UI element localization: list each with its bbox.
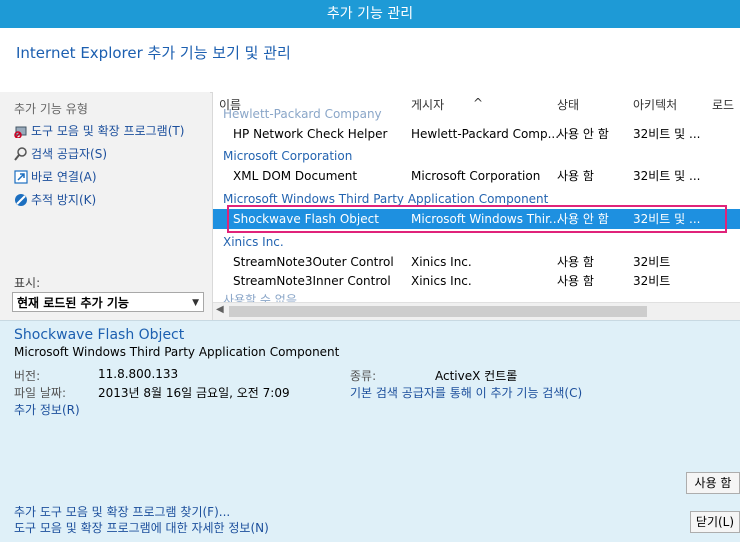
type-label: 종류: — [350, 369, 377, 383]
page-title: Internet Explorer 추가 기능 보기 및 관리 — [16, 44, 291, 62]
client-area: Internet Explorer 추가 기능 보기 및 관리 추가 기능 유형… — [0, 28, 740, 542]
details-panel: Shockwave Flash Object Microsoft Windows… — [0, 320, 740, 542]
details-title: Shockwave Flash Object — [14, 327, 185, 343]
group-name: Hewlett-Packard Company — [223, 107, 382, 121]
addon-name: StreamNote3Outer Control — [233, 255, 394, 269]
table-row[interactable]: HP Network Check Helper Hewlett-Packard … — [213, 124, 740, 144]
addon-list: 이름 ^ 게시자 상태 아키텍처 로드 Hewlett-Packard Comp… — [212, 92, 740, 320]
addon-architecture: 32비트 및 ... — [633, 169, 701, 183]
show-label: 표시: — [14, 276, 41, 290]
accelerator-icon — [14, 170, 28, 184]
addon-type-label: 추가 기능 유형 — [14, 102, 88, 116]
file-date-value: 2013년 8월 16일 금요일, 오전 7:09 — [98, 386, 290, 400]
show-dropdown-value: 현재 로드된 추가 기능 — [17, 296, 129, 310]
search-addon-link[interactable]: 기본 검색 공급자를 통해 이 추가 기능 검색(C) — [350, 384, 582, 401]
addon-architecture: 32비트 — [633, 255, 671, 269]
addon-architecture: 32비트 및 ... — [633, 127, 701, 141]
sidebar-item-label: 검색 공급자(S) — [31, 147, 107, 161]
window-title: 추가 기능 관리 — [0, 0, 740, 28]
scrollbar-thumb[interactable] — [229, 306, 647, 317]
sidebar: 추가 기능 유형 도구 모음 및 확장 프로그램(T) 검색 공급자(S) 바로… — [0, 92, 210, 320]
addon-status: 사용 함 — [557, 274, 594, 288]
selection-highlight-annotation — [227, 205, 727, 233]
sidebar-item-accelerators[interactable]: 바로 연결(A) — [14, 168, 97, 186]
close-button[interactable]: 닫기(L) — [690, 511, 740, 533]
addon-status: 사용 함 — [557, 169, 594, 183]
more-info-link[interactable]: 추가 정보(R) — [14, 401, 80, 418]
addon-name: HP Network Check Helper — [233, 127, 388, 141]
sidebar-item-tracking-protection[interactable]: 추적 방지(K) — [14, 191, 96, 209]
table-row[interactable]: StreamNote3Outer Control Xinics Inc. 사용 … — [213, 252, 740, 272]
sidebar-item-label: 도구 모음 및 확장 프로그램(T) — [31, 124, 185, 138]
header: Internet Explorer 추가 기능 보기 및 관리 — [0, 28, 740, 93]
sidebar-item-label: 추적 방지(K) — [31, 193, 97, 207]
details-subtitle: Microsoft Windows Third Party Applicatio… — [14, 345, 340, 359]
sidebar-item-search-providers[interactable]: 검색 공급자(S) — [14, 145, 107, 163]
addon-name: XML DOM Document — [233, 169, 358, 183]
tracking-protection-icon — [14, 193, 28, 207]
scroll-left-icon[interactable]: ◀ — [216, 304, 224, 315]
version-value: 11.8.800.133 — [98, 367, 179, 381]
group-header: Xinics Inc. — [213, 232, 740, 252]
toolbar-extensions-icon — [14, 124, 28, 138]
group-name: Xinics Inc. — [223, 235, 284, 249]
enable-button[interactable]: 사용 함 — [686, 472, 740, 494]
addon-architecture: 32비트 — [633, 274, 671, 288]
addon-status: 사용 안 함 — [557, 127, 609, 141]
table-row[interactable]: XML DOM Document Microsoft Corporation 사… — [213, 166, 740, 186]
learn-more-link[interactable]: 도구 모음 및 확장 프로그램에 대한 자세한 정보(N) — [14, 519, 269, 536]
file-date-label: 파일 날짜: — [14, 386, 67, 400]
addon-name: StreamNote3Inner Control — [233, 274, 391, 288]
search-icon — [14, 147, 28, 161]
addon-publisher: Xinics Inc. — [411, 255, 472, 269]
version-label: 버전: — [14, 369, 41, 383]
group-header: Microsoft Corporation — [213, 146, 740, 166]
horizontal-scrollbar[interactable]: ◀ — [213, 302, 740, 320]
addon-publisher: Microsoft Corporation — [411, 169, 541, 183]
find-more-toolbars-link[interactable]: 추가 도구 모음 및 확장 프로그램 찾기(F)... — [14, 503, 230, 520]
sidebar-item-toolbars[interactable]: 도구 모음 및 확장 프로그램(T) — [14, 122, 184, 140]
addon-publisher: Hewlett-Packard Comp... — [411, 127, 560, 141]
addon-status: 사용 함 — [557, 255, 594, 269]
type-value: ActiveX 컨트롤 — [435, 369, 518, 383]
group-header: Hewlett-Packard Company — [213, 104, 740, 124]
table-row[interactable]: StreamNote3Inner Control Xinics Inc. 사용 … — [213, 271, 740, 291]
addon-publisher: Xinics Inc. — [411, 274, 472, 288]
chevron-down-icon: ▼ — [192, 298, 199, 308]
sidebar-item-label: 바로 연결(A) — [31, 170, 97, 184]
group-name: Microsoft Corporation — [223, 149, 353, 163]
show-dropdown[interactable]: 현재 로드된 추가 기능 ▼ — [12, 292, 204, 312]
